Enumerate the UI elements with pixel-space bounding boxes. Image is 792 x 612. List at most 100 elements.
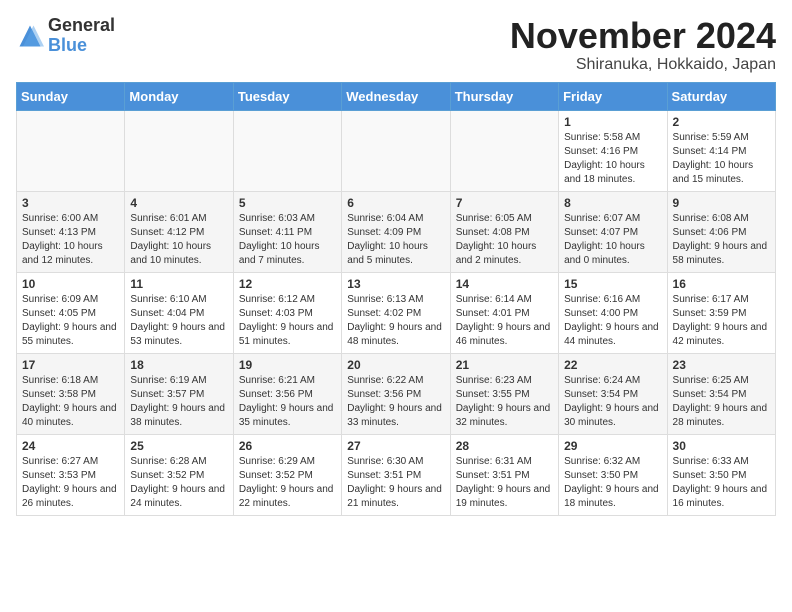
- calendar-body: 1 Sunrise: 5:58 AMSunset: 4:16 PMDaylight…: [17, 110, 776, 515]
- day-number: 19: [239, 358, 336, 372]
- day-info: Sunrise: 6:25 AMSunset: 3:54 PMDaylight:…: [673, 374, 770, 430]
- calendar-cell: 1 Sunrise: 5:58 AMSunset: 4:16 PMDaylight…: [559, 110, 667, 191]
- location-title: Shiranuka, Hokkaido, Japan: [510, 56, 776, 74]
- calendar-cell: 5 Sunrise: 6:03 AMSunset: 4:11 PMDaylight…: [233, 191, 341, 272]
- day-number: 15: [564, 277, 661, 291]
- day-number: 8: [564, 196, 661, 210]
- logo-text: General Blue: [48, 16, 115, 56]
- calendar-header: SundayMondayTuesdayWednesdayThursdayFrid…: [17, 82, 776, 110]
- day-number: 5: [239, 196, 336, 210]
- day-info: Sunrise: 6:14 AMSunset: 4:01 PMDaylight:…: [456, 293, 553, 349]
- logo-general-text: General: [48, 16, 115, 36]
- day-info: Sunrise: 6:12 AMSunset: 4:03 PMDaylight:…: [239, 293, 336, 349]
- day-number: 20: [347, 358, 444, 372]
- day-info: Sunrise: 6:29 AMSunset: 3:52 PMDaylight:…: [239, 455, 336, 511]
- calendar-cell: [342, 110, 450, 191]
- calendar-cell: 25Sunrise: 6:28 AMSunset: 3:52 PMDayligh…: [125, 434, 233, 515]
- calendar-cell: 14 Sunrise: 6:14 AMSunset: 4:01 PMDayligh…: [450, 272, 558, 353]
- calendar-cell: 15 Sunrise: 6:16 AMSunset: 4:00 PMDayligh…: [559, 272, 667, 353]
- calendar-cell: [17, 110, 125, 191]
- header-cell-friday: Friday: [559, 82, 667, 110]
- day-info: Sunrise: 6:09 AMSunset: 4:05 PMDaylight:…: [22, 293, 119, 349]
- day-info: Sunrise: 6:21 AMSunset: 3:56 PMDaylight:…: [239, 374, 336, 430]
- day-info: Sunrise: 6:17 AMSunset: 3:59 PMDaylight:…: [673, 293, 770, 349]
- day-number: 4: [130, 196, 227, 210]
- day-number: 9: [673, 196, 770, 210]
- day-info: Sunrise: 6:22 AMSunset: 3:56 PMDaylight:…: [347, 374, 444, 430]
- calendar-cell: 10 Sunrise: 6:09 AMSunset: 4:05 PMDayligh…: [17, 272, 125, 353]
- day-number: 29: [564, 439, 661, 453]
- day-number: 21: [456, 358, 553, 372]
- day-number: 17: [22, 358, 119, 372]
- header-row: SundayMondayTuesdayWednesdayThursdayFrid…: [17, 82, 776, 110]
- day-number: 22: [564, 358, 661, 372]
- day-info: Sunrise: 6:05 AMSunset: 4:08 PMDaylight:…: [456, 212, 553, 268]
- day-info: Sunrise: 6:30 AMSunset: 3:51 PMDaylight:…: [347, 455, 444, 511]
- day-number: 30: [673, 439, 770, 453]
- day-info: Sunrise: 6:13 AMSunset: 4:02 PMDaylight:…: [347, 293, 444, 349]
- header-cell-thursday: Thursday: [450, 82, 558, 110]
- calendar-cell: [125, 110, 233, 191]
- calendar-cell: 26 Sunrise: 6:29 AMSunset: 3:52 PMDayligh…: [233, 434, 341, 515]
- day-info: Sunrise: 5:58 AMSunset: 4:16 PMDaylight:…: [564, 131, 661, 187]
- calendar-week-4: 17 Sunrise: 6:18 AMSunset: 3:58 PMDayligh…: [17, 353, 776, 434]
- day-info: Sunrise: 6:33 AMSunset: 3:50 PMDaylight:…: [673, 455, 770, 511]
- calendar-week-5: 24 Sunrise: 6:27 AMSunset: 3:53 PMDayligh…: [17, 434, 776, 515]
- calendar-cell: 27 Sunrise: 6:30 AMSunset: 3:51 PMDayligh…: [342, 434, 450, 515]
- calendar-cell: 30 Sunrise: 6:33 AMSunset: 3:50 PMDayligh…: [667, 434, 775, 515]
- day-info: Sunrise: 6:08 AMSunset: 4:06 PMDaylight:…: [673, 212, 770, 268]
- day-info: Sunrise: 6:23 AMSunset: 3:55 PMDaylight:…: [456, 374, 553, 430]
- day-number: 23: [673, 358, 770, 372]
- calendar-cell: 22Sunrise: 6:24 AMSunset: 3:54 PMDayligh…: [559, 353, 667, 434]
- calendar-cell: 2Sunrise: 5:59 AMSunset: 4:14 PMDaylight…: [667, 110, 775, 191]
- calendar-cell: 18Sunrise: 6:19 AMSunset: 3:57 PMDayligh…: [125, 353, 233, 434]
- day-number: 24: [22, 439, 119, 453]
- day-info: Sunrise: 6:28 AMSunset: 3:52 PMDaylight:…: [130, 455, 227, 511]
- day-info: Sunrise: 6:10 AMSunset: 4:04 PMDaylight:…: [130, 293, 227, 349]
- day-number: 7: [456, 196, 553, 210]
- header-cell-monday: Monday: [125, 82, 233, 110]
- logo: General Blue: [16, 16, 115, 56]
- day-info: Sunrise: 6:31 AMSunset: 3:51 PMDaylight:…: [456, 455, 553, 511]
- day-info: Sunrise: 6:04 AMSunset: 4:09 PMDaylight:…: [347, 212, 444, 268]
- calendar-week-2: 3Sunrise: 6:00 AMSunset: 4:13 PMDaylight…: [17, 191, 776, 272]
- day-info: Sunrise: 6:16 AMSunset: 4:00 PMDaylight:…: [564, 293, 661, 349]
- calendar-cell: 16 Sunrise: 6:17 AMSunset: 3:59 PMDayligh…: [667, 272, 775, 353]
- calendar-cell: 24 Sunrise: 6:27 AMSunset: 3:53 PMDayligh…: [17, 434, 125, 515]
- calendar-week-3: 10 Sunrise: 6:09 AMSunset: 4:05 PMDayligh…: [17, 272, 776, 353]
- calendar-cell: 8Sunrise: 6:07 AMSunset: 4:07 PMDaylight…: [559, 191, 667, 272]
- day-number: 13: [347, 277, 444, 291]
- day-number: 1: [564, 115, 661, 129]
- header-cell-sunday: Sunday: [17, 82, 125, 110]
- day-number: 6: [347, 196, 444, 210]
- day-info: Sunrise: 6:00 AMSunset: 4:13 PMDaylight:…: [22, 212, 119, 268]
- calendar-cell: 19 Sunrise: 6:21 AMSunset: 3:56 PMDayligh…: [233, 353, 341, 434]
- calendar-cell: 28 Sunrise: 6:31 AMSunset: 3:51 PMDayligh…: [450, 434, 558, 515]
- calendar-cell: 21 Sunrise: 6:23 AMSunset: 3:55 PMDayligh…: [450, 353, 558, 434]
- calendar-cell: 20 Sunrise: 6:22 AMSunset: 3:56 PMDayligh…: [342, 353, 450, 434]
- header: General Blue November 2024 Shiranuka, Ho…: [16, 16, 776, 74]
- calendar-week-1: 1 Sunrise: 5:58 AMSunset: 4:16 PMDaylight…: [17, 110, 776, 191]
- day-info: Sunrise: 6:32 AMSunset: 3:50 PMDaylight:…: [564, 455, 661, 511]
- calendar-cell: 29 Sunrise: 6:32 AMSunset: 3:50 PMDayligh…: [559, 434, 667, 515]
- calendar-cell: 13 Sunrise: 6:13 AMSunset: 4:02 PMDayligh…: [342, 272, 450, 353]
- day-info: Sunrise: 6:03 AMSunset: 4:11 PMDaylight:…: [239, 212, 336, 268]
- day-number: 16: [673, 277, 770, 291]
- day-info: Sunrise: 5:59 AMSunset: 4:14 PMDaylight:…: [673, 131, 770, 187]
- calendar-cell: 9 Sunrise: 6:08 AMSunset: 4:06 PMDaylight…: [667, 191, 775, 272]
- day-info: Sunrise: 6:01 AMSunset: 4:12 PMDaylight:…: [130, 212, 227, 268]
- day-info: Sunrise: 6:27 AMSunset: 3:53 PMDaylight:…: [22, 455, 119, 511]
- day-number: 27: [347, 439, 444, 453]
- day-number: 10: [22, 277, 119, 291]
- calendar-cell: [450, 110, 558, 191]
- day-number: 14: [456, 277, 553, 291]
- day-number: 26: [239, 439, 336, 453]
- day-number: 28: [456, 439, 553, 453]
- day-number: 11: [130, 277, 227, 291]
- calendar-cell: 17 Sunrise: 6:18 AMSunset: 3:58 PMDayligh…: [17, 353, 125, 434]
- day-number: 12: [239, 277, 336, 291]
- month-title: November 2024: [510, 16, 776, 56]
- day-info: Sunrise: 6:18 AMSunset: 3:58 PMDaylight:…: [22, 374, 119, 430]
- header-cell-wednesday: Wednesday: [342, 82, 450, 110]
- calendar-cell: 12 Sunrise: 6:12 AMSunset: 4:03 PMDayligh…: [233, 272, 341, 353]
